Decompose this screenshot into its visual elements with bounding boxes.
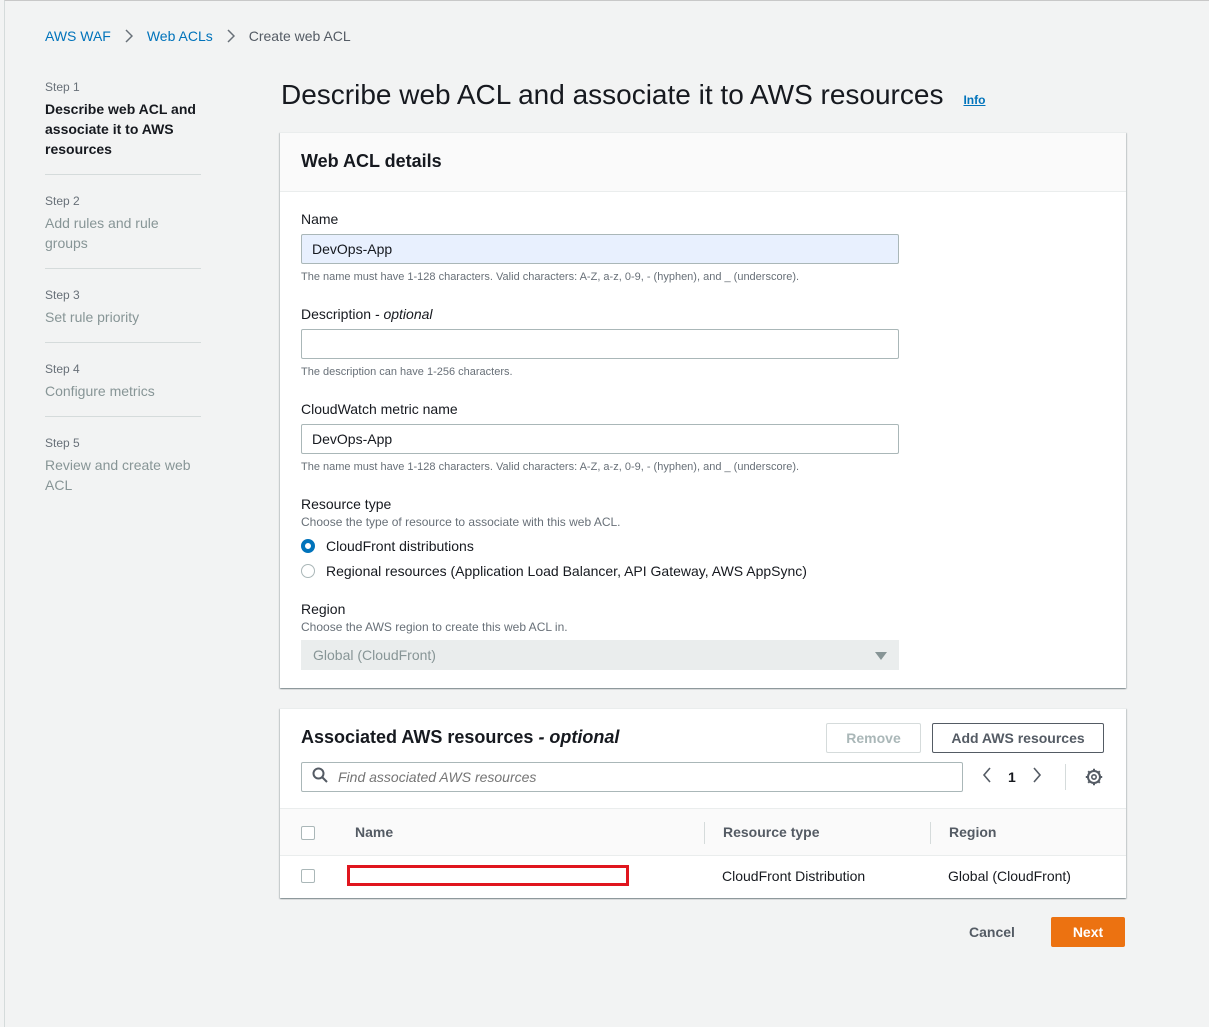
add-aws-resources-button[interactable]: Add AWS resources xyxy=(932,723,1104,753)
radio-cloudfront[interactable]: CloudFront distributions xyxy=(301,537,899,555)
step-title: Add rules and rule groups xyxy=(45,215,159,251)
cell-region: Global (CloudFront) xyxy=(948,868,1071,884)
metric-input[interactable] xyxy=(301,424,899,454)
column-divider xyxy=(704,822,705,844)
breadcrumb-web-acls[interactable]: Web ACLs xyxy=(147,28,213,44)
region-field: Region Choose the AWS region to create t… xyxy=(301,599,899,670)
chevron-right-icon[interactable] xyxy=(1032,766,1042,788)
name-input[interactable] xyxy=(301,234,899,264)
breadcrumb-aws-waf[interactable]: AWS WAF xyxy=(45,28,111,44)
remove-button[interactable]: Remove xyxy=(826,723,921,753)
panel-header: Web ACL details xyxy=(280,133,1126,192)
name-hint: The name must have 1-128 characters. Val… xyxy=(301,271,800,283)
search-field[interactable] xyxy=(301,762,963,792)
step-title: Describe web ACL and associate it to AWS… xyxy=(45,101,196,157)
associated-title-text: Associated AWS resources xyxy=(301,727,534,747)
web-acl-details-panel: Web ACL details Name The name must have … xyxy=(280,132,1126,688)
name-label: Name xyxy=(301,211,339,227)
radio-label: Regional resources (Application Load Bal… xyxy=(326,563,807,579)
column-header-name[interactable]: Name xyxy=(355,824,393,840)
description-hint: The description can have 1-256 character… xyxy=(301,366,513,378)
step-title: Review and create web ACL xyxy=(45,457,191,493)
associated-resources-panel: Associated AWS resources - optional Remo… xyxy=(280,708,1126,898)
step-number: Step 4 xyxy=(45,362,80,376)
page-title: Describe web ACL and associate it to AWS… xyxy=(281,79,985,111)
description-field: Description - optional The description c… xyxy=(301,304,899,379)
radio-label: CloudFront distributions xyxy=(326,538,474,554)
region-sublabel: Choose the AWS region to create this web… xyxy=(301,620,568,634)
region-select: Global (CloudFront) xyxy=(301,640,899,670)
resource-type-label: Resource type xyxy=(301,496,392,512)
redacted-name-box xyxy=(347,865,629,886)
caret-down-icon xyxy=(875,647,887,663)
step-2: Step 2 Add rules and rule groups xyxy=(45,193,201,269)
step-number: Step 1 xyxy=(45,80,80,94)
radio-button[interactable] xyxy=(301,564,315,578)
divider xyxy=(1065,764,1066,790)
cancel-button[interactable]: Cancel xyxy=(969,924,1015,940)
optional-label: - optional xyxy=(371,306,433,322)
radio-regional[interactable]: Regional resources (Application Load Bal… xyxy=(301,562,899,580)
region-label: Region xyxy=(301,601,346,617)
description-input[interactable] xyxy=(301,329,899,359)
page-number[interactable]: 1 xyxy=(1008,769,1016,785)
breadcrumb: AWS WAF Web ACLs Create web ACL xyxy=(45,28,351,44)
page-frame: AWS WAF Web ACLs Create web ACL Step 1 D… xyxy=(4,0,1209,1027)
resources-table: Name Resource type Region CloudFront Dis… xyxy=(280,808,1126,897)
chevron-left-icon[interactable] xyxy=(982,766,992,788)
table-header: Name Resource type Region xyxy=(280,808,1126,856)
region-select-value: Global (CloudFront) xyxy=(313,647,436,663)
column-header-region[interactable]: Region xyxy=(949,824,996,840)
breadcrumb-current: Create web ACL xyxy=(248,28,351,44)
metric-hint: The name must have 1-128 characters. Val… xyxy=(301,461,800,473)
radio-button-checked[interactable] xyxy=(301,539,315,553)
description-label: Description - optional xyxy=(301,304,899,324)
search-icon xyxy=(312,767,328,788)
info-link[interactable]: Info xyxy=(963,93,985,107)
optional-label: - optional xyxy=(533,727,620,747)
column-header-resource-type[interactable]: Resource type xyxy=(723,824,819,840)
step-3: Step 3 Set rule priority xyxy=(45,287,201,343)
step-title: Configure metrics xyxy=(45,383,155,399)
associated-title: Associated AWS resources - optional xyxy=(301,727,619,748)
metric-label: CloudWatch metric name xyxy=(301,401,458,417)
cell-resource-type: CloudFront Distribution xyxy=(722,868,866,884)
description-label-text: Description xyxy=(301,306,372,322)
search-input[interactable] xyxy=(338,769,938,785)
step-1: Step 1 Describe web ACL and associate it… xyxy=(45,79,201,175)
name-field: Name The name must have 1-128 characters… xyxy=(301,209,899,284)
panel-title: Web ACL details xyxy=(301,151,442,171)
resource-type-sublabel: Choose the type of resource to associate… xyxy=(301,515,621,529)
gear-icon[interactable] xyxy=(1085,768,1103,791)
chevron-right-icon xyxy=(227,29,235,43)
step-number: Step 3 xyxy=(45,288,80,302)
pagination: 1 xyxy=(982,766,1042,788)
step-5: Step 5 Review and create web ACL xyxy=(45,435,201,510)
metric-field: CloudWatch metric name The name must hav… xyxy=(301,399,899,474)
wizard-steps: Step 1 Describe web ACL and associate it… xyxy=(45,79,201,528)
chevron-right-icon xyxy=(125,29,133,43)
step-4: Step 4 Configure metrics xyxy=(45,361,201,417)
column-divider xyxy=(930,822,931,844)
next-button[interactable]: Next xyxy=(1051,917,1125,947)
step-title: Set rule priority xyxy=(45,309,140,325)
select-all-checkbox[interactable] xyxy=(301,826,315,840)
step-number: Step 5 xyxy=(45,436,80,450)
table-row: CloudFront Distribution Global (CloudFro… xyxy=(280,856,1126,897)
row-checkbox[interactable] xyxy=(301,869,315,883)
page-title-text: Describe web ACL and associate it to AWS… xyxy=(281,79,944,110)
step-number: Step 2 xyxy=(45,194,80,208)
resource-type-field: Resource type Choose the type of resourc… xyxy=(301,494,899,580)
